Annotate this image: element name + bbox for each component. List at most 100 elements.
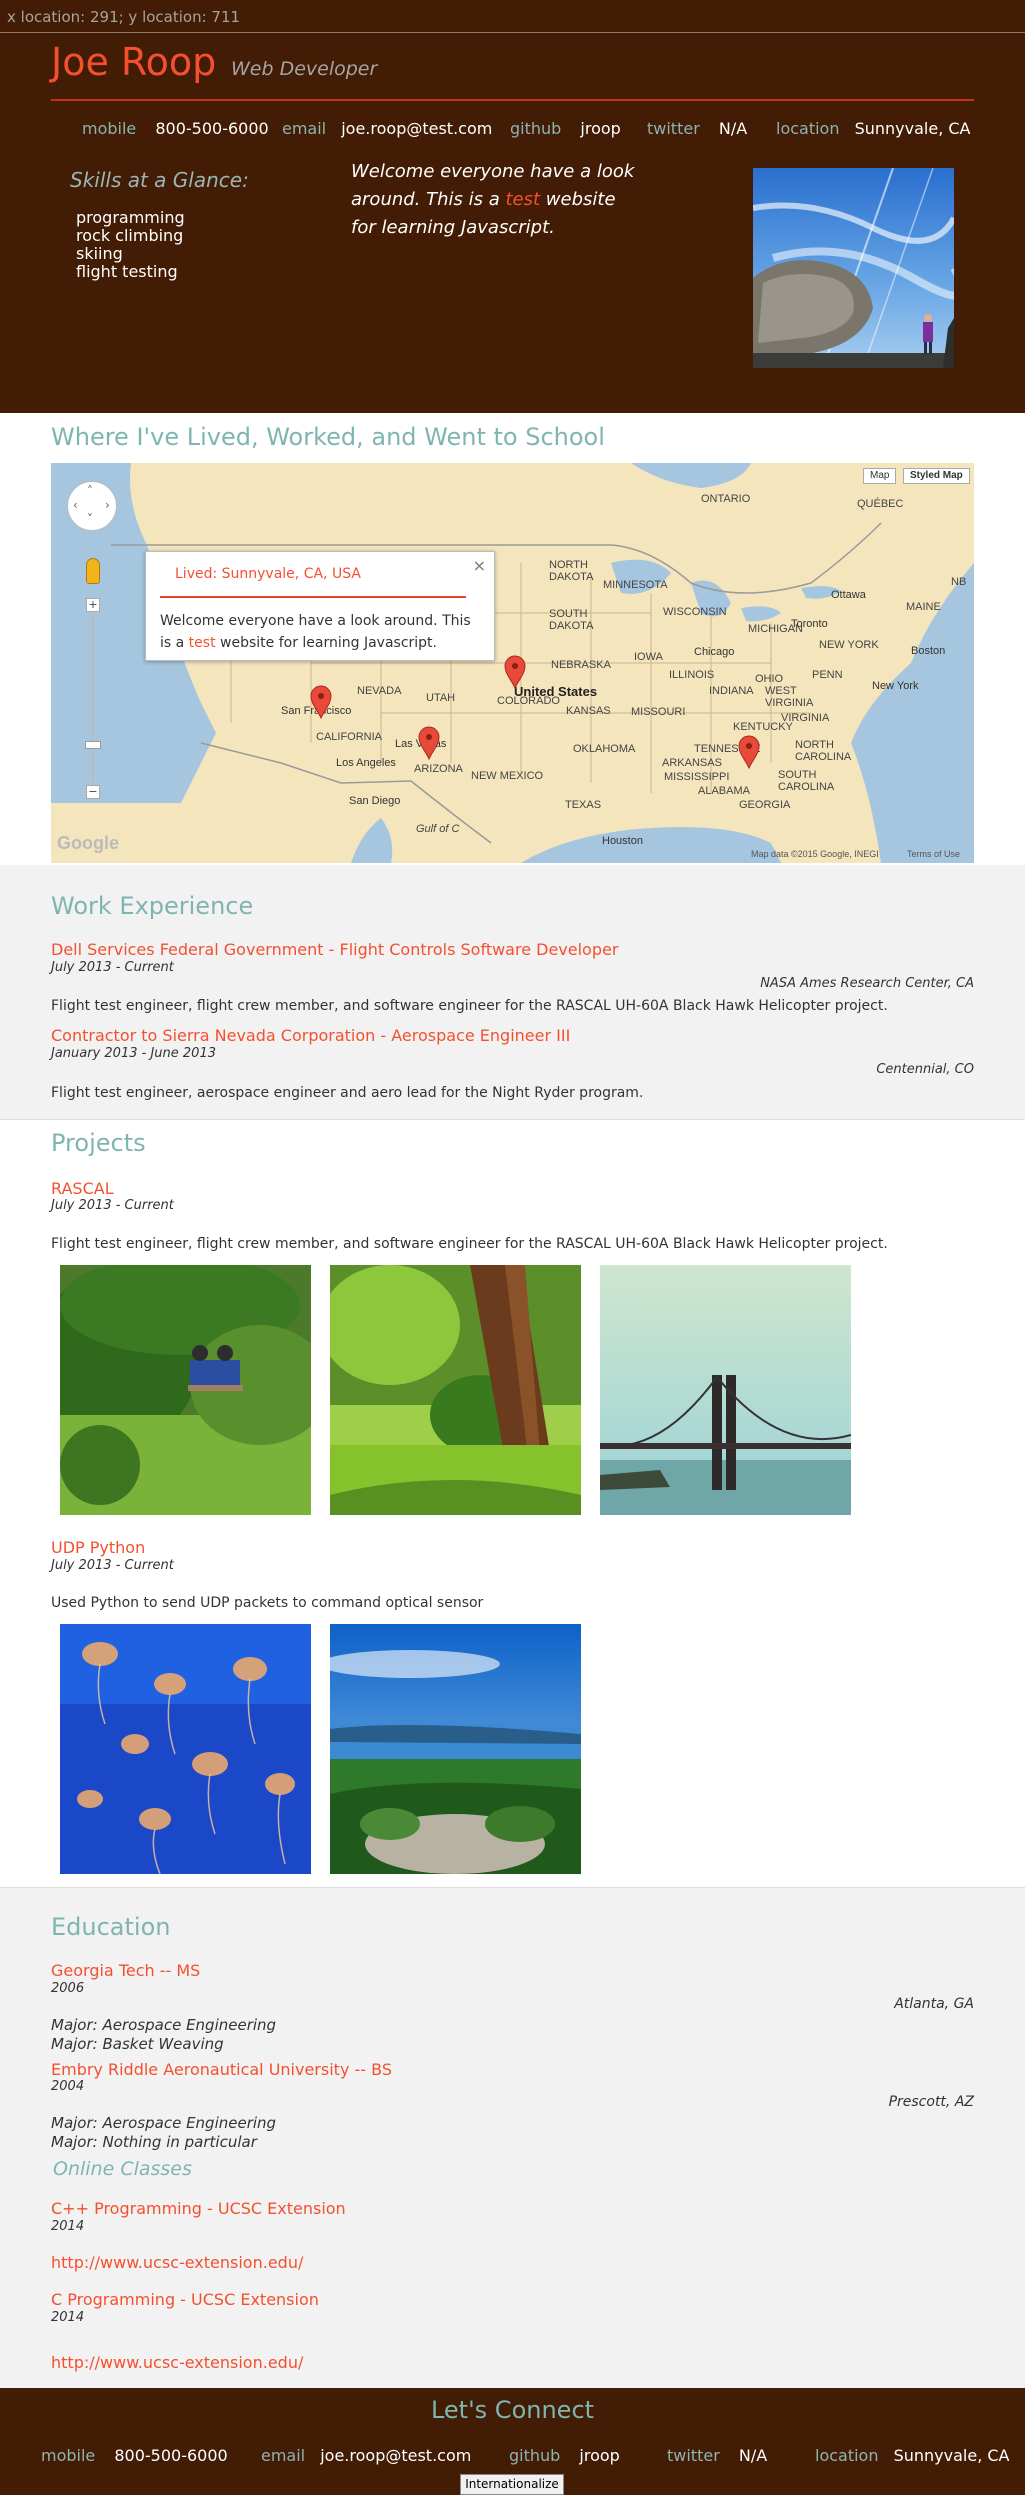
contact-label: mobile: [41, 2446, 96, 2465]
header: x location: 291; y location: 711 Joe Roo…: [0, 0, 1025, 413]
map-label: ARIZONA: [414, 763, 463, 775]
contact-value: Sunnyvale, CA: [893, 2446, 1010, 2465]
contact-value[interactable]: 800-500-6000: [114, 2446, 227, 2465]
street-view-pegman-icon[interactable]: [86, 558, 100, 584]
contact-value[interactable]: joe.roop@test.com: [320, 2446, 471, 2465]
school-name-link[interactable]: Embry Riddle Aeronautical University -- …: [51, 2060, 392, 2079]
online-class-date: 2014: [51, 2219, 85, 2234]
map-label: NEW MEXICO: [471, 770, 544, 782]
contact-email: email joe.roop@test.com: [282, 119, 492, 138]
map-info-window: × Lived: Sunnyvale, CA, USA Welcome ever…: [145, 551, 495, 661]
pan-right-icon[interactable]: ›: [105, 498, 110, 512]
map-city: Boston: [911, 645, 946, 657]
online-class-date: 2014: [51, 2310, 85, 2325]
map-label: ILLINOIS: [669, 669, 715, 681]
map-label: WEST VIRGINIA: [765, 685, 814, 709]
contact-twitter: twitter N/A: [647, 119, 747, 138]
contact-value[interactable]: N/A: [719, 119, 747, 138]
info-window-body: Welcome everyone have a look around. Thi…: [160, 613, 471, 651]
role-subtitle: Web Developer: [231, 58, 378, 80]
map-marker-sunnyvale[interactable]: [310, 685, 332, 719]
project-image-forest: [330, 1265, 581, 1515]
pan-down-icon[interactable]: ˅: [87, 512, 93, 526]
zoom-in-button[interactable]: +: [86, 598, 100, 612]
footer-contact-twitter: twitter N/A: [667, 2446, 767, 2465]
skills-list: programming rock climbing skiing flight …: [76, 209, 185, 281]
map-marker-georgia[interactable]: [738, 735, 760, 769]
map-label: ARKANSAS: [662, 757, 722, 769]
welcome-message: Welcome everyone have a look around. Thi…: [351, 161, 635, 238]
project-title-link[interactable]: RASCAL: [51, 1179, 114, 1198]
map-label: INDIANA: [709, 685, 754, 697]
zoom-slider-track[interactable]: [92, 613, 94, 783]
contact-value[interactable]: jroop: [580, 119, 620, 138]
contact-label: twitter: [667, 2446, 720, 2465]
job-title-link[interactable]: Contractor to Sierra Nevada Corporation …: [51, 1026, 570, 1045]
job-dates: January 2013 - June 2013: [51, 1046, 216, 1061]
map-label: ONTARIO: [701, 493, 751, 505]
school-date: 2006: [51, 1981, 85, 1996]
map-label: MISSISSIPPI: [664, 771, 730, 783]
project-image-jellyfish: [60, 1624, 311, 1874]
pan-up-icon[interactable]: ˄: [87, 484, 93, 498]
project-description: Flight test engineer, flight crew member…: [51, 1236, 888, 1252]
internationalize-button[interactable]: Internationalize: [460, 2474, 564, 2495]
school-major: Major: Basket Weaving: [51, 2035, 224, 2053]
school-name-link[interactable]: Georgia Tech -- MS: [51, 1961, 200, 1980]
terms-link[interactable]: Terms of Use: [907, 849, 960, 859]
school-location: Prescott, AZ: [888, 2094, 974, 2110]
map-label: SOUTH DAKOTA: [549, 608, 594, 632]
skill-item: flight testing: [76, 262, 178, 281]
online-class-link[interactable]: C Programming - UCSC Extension: [51, 2290, 319, 2309]
online-class-url[interactable]: http://www.ucsc-extension.edu/: [51, 2253, 303, 2272]
contact-value: Sunnyvale, CA: [854, 119, 971, 138]
google-logo: Google: [57, 833, 119, 853]
contact-label: twitter: [647, 119, 700, 138]
map-type-map-button[interactable]: Map: [863, 468, 897, 484]
project-title-link[interactable]: UDP Python: [51, 1538, 145, 1557]
map-city: Chicago: [694, 646, 735, 658]
contact-label: mobile: [82, 119, 137, 138]
contact-label: github: [510, 119, 562, 138]
online-classes-heading: Online Classes: [53, 2158, 192, 2180]
map-label: OKLAHOMA: [573, 743, 636, 755]
contact-value[interactable]: jroop: [579, 2446, 619, 2465]
map-city: Los Angeles: [336, 757, 396, 769]
map-label: SOUTH CAROLINA: [778, 769, 835, 793]
map-city: Toronto: [791, 618, 828, 630]
map-type-styled-button[interactable]: Styled Map: [903, 468, 970, 484]
contact-value[interactable]: joe.roop@test.com: [341, 119, 492, 138]
map-marker-colorado[interactable]: [504, 655, 526, 689]
contact-value[interactable]: 800-500-6000: [155, 119, 268, 138]
map-label-country: United States: [514, 684, 598, 699]
map-label: ALABAMA: [698, 785, 750, 797]
map-label: NEBRASKA: [551, 659, 611, 671]
skill-item: programming: [76, 208, 185, 227]
school-location: Atlanta, GA: [894, 1996, 974, 2012]
zoom-slider-handle[interactable]: [85, 741, 101, 749]
school-major: Major: Nothing in particular: [51, 2133, 257, 2151]
map-label: NB: [951, 576, 967, 588]
coordinate-readout: x location: 291; y location: 711: [7, 8, 241, 26]
job-title-link[interactable]: Dell Services Federal Government - Fligh…: [51, 940, 618, 959]
zoom-out-button[interactable]: −: [86, 785, 100, 799]
pan-left-icon[interactable]: ‹: [73, 498, 78, 512]
map-label: NEW YORK: [819, 639, 879, 651]
online-class-url[interactable]: http://www.ucsc-extension.edu/: [51, 2353, 303, 2372]
map-label: IOWA: [634, 651, 663, 663]
map-section-title: Where I've Lived, Worked, and Went to Sc…: [51, 423, 605, 451]
locations-map[interactable]: Map Styled Map ˄ ˅ ‹ › + − ONTARIO QUÉBE…: [51, 463, 974, 863]
map-label: VIRGINIA: [781, 712, 830, 724]
map-label: OHIO: [755, 673, 784, 685]
map-label: Gulf of C: [416, 823, 460, 835]
skills-heading: Skills at a Glance:: [70, 168, 249, 192]
map-label: GEORGIA: [739, 799, 791, 811]
online-class-link[interactable]: C++ Programming - UCSC Extension: [51, 2199, 346, 2218]
map-marker-las-vegas[interactable]: [418, 726, 440, 760]
close-icon[interactable]: ×: [473, 556, 486, 575]
contact-github: github jroop: [510, 119, 621, 138]
pan-control[interactable]: ˄ ˅ ‹ ›: [67, 481, 117, 531]
footer-contact-location: location Sunnyvale, CA: [815, 2446, 1009, 2465]
map-label: NORTH DAKOTA: [549, 559, 594, 583]
contact-value[interactable]: N/A: [739, 2446, 767, 2465]
